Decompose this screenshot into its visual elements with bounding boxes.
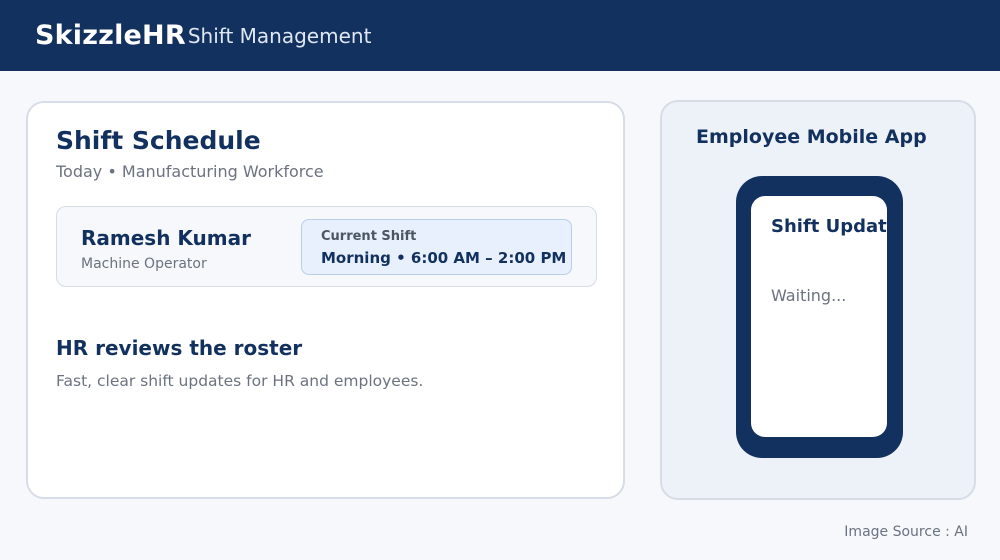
schedule-subtitle: Today • Manufacturing Workforce xyxy=(56,162,324,181)
phone-screen-status: Waiting... xyxy=(771,286,847,305)
mobile-app-title: Employee Mobile App xyxy=(696,126,927,148)
current-shift-value: Morning • 6:00 AM – 2:00 PM xyxy=(321,249,567,267)
review-title: HR reviews the roster xyxy=(56,336,303,360)
brand-logo: SkizzleHR xyxy=(35,20,186,51)
shift-schedule-card: Shift Schedule Today • Manufacturing Wor… xyxy=(26,101,625,499)
mobile-app-card: Employee Mobile App Shift Update Waiting… xyxy=(660,100,976,500)
app-header: SkizzleHR Shift Management xyxy=(0,0,1000,71)
current-shift-box: Current Shift Morning • 6:00 AM – 2:00 P… xyxy=(301,219,572,275)
review-subtitle: Fast, clear shift updates for HR and emp… xyxy=(56,372,424,390)
employee-card[interactable]: Ramesh Kumar Machine Operator Current Sh… xyxy=(56,206,597,287)
phone-screen-title: Shift Update xyxy=(771,216,887,237)
phone-mockup: Shift Update Waiting... xyxy=(736,176,903,458)
phone-screen: Shift Update Waiting... xyxy=(751,196,887,437)
header-subtitle: Shift Management xyxy=(187,24,372,48)
employee-role: Machine Operator xyxy=(81,256,207,272)
image-source-caption: Image Source : AI xyxy=(844,524,968,540)
employee-name: Ramesh Kumar xyxy=(81,226,251,250)
current-shift-label: Current Shift xyxy=(321,229,417,244)
schedule-title: Shift Schedule xyxy=(56,126,261,155)
